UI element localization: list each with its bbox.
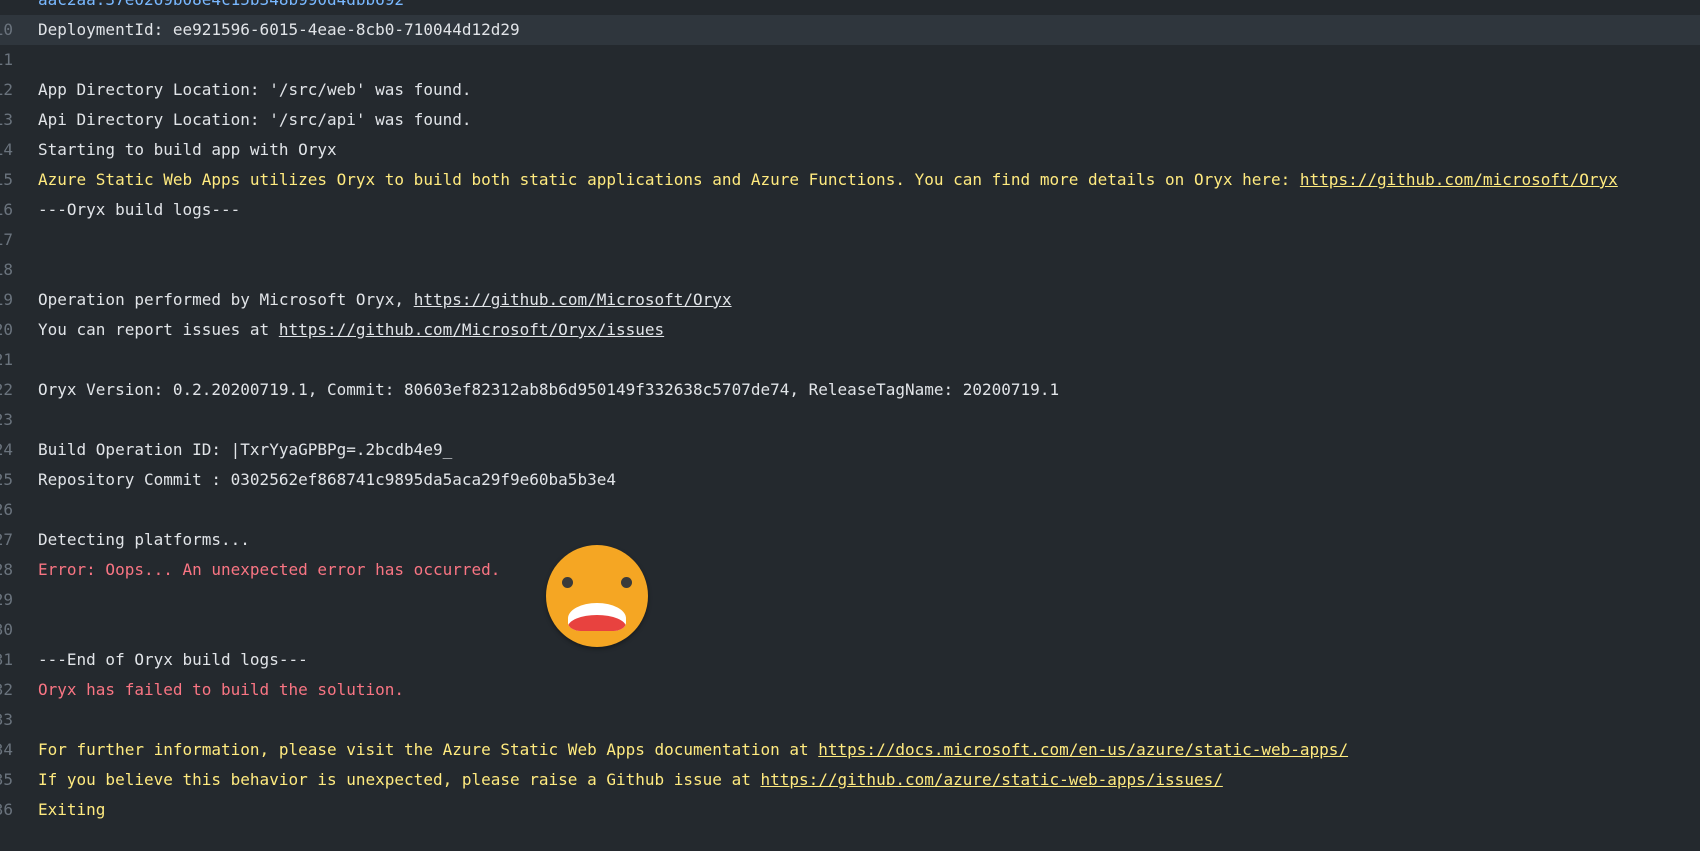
line-message: You can report issues at	[38, 320, 279, 339]
line-number: 15	[0, 170, 13, 189]
line-text: Operation performed by Microsoft Oryx, h…	[38, 285, 732, 315]
build-log-viewer: aac2aa:37e0269b08e4c15b348b990d4dbb692 1…	[0, 0, 1700, 851]
line-number: 27	[0, 530, 13, 549]
line-number: 10	[0, 20, 13, 39]
line-number: 29	[0, 590, 13, 609]
log-line: 25 Repository Commit : 0302562ef868741c9…	[0, 465, 1700, 495]
line-number: 26	[0, 500, 13, 519]
line-message: If you believe this behavior is unexpect…	[38, 770, 761, 789]
line-text-warning: If you believe this behavior is unexpect…	[38, 765, 1223, 795]
line-number: 16	[0, 200, 13, 219]
line-number: 33	[0, 710, 13, 729]
log-line: 21	[0, 345, 1700, 375]
line-text: ---End of Oryx build logs---	[38, 650, 308, 669]
log-line: 30	[0, 615, 1700, 645]
line-number: 11	[0, 50, 13, 69]
log-line: 28 Error: Oops... An unexpected error ha…	[0, 555, 1700, 585]
github-issues-link[interactable]: https://github.com/azure/static-web-apps…	[760, 770, 1222, 789]
log-line: 22 Oryx Version: 0.2.20200719.1, Commit:…	[0, 375, 1700, 405]
line-message: Azure Static Web Apps utilizes Oryx to b…	[38, 170, 1300, 189]
line-text-error: Error: Oops... An unexpected error has o…	[38, 560, 501, 579]
line-text: You can report issues at https://github.…	[38, 315, 664, 345]
log-line: 17	[0, 225, 1700, 255]
line-text: Api Directory Location: '/src/api' was f…	[38, 110, 472, 129]
log-line: 26	[0, 495, 1700, 525]
log-line: 20 You can report issues at https://gith…	[0, 315, 1700, 345]
log-line: 27 Detecting platforms...	[0, 525, 1700, 555]
log-line: 31 ---End of Oryx build logs---	[0, 645, 1700, 675]
line-text: Detecting platforms...	[38, 530, 250, 549]
line-number: 30	[0, 620, 13, 639]
log-line: 32 Oryx has failed to build the solution…	[0, 675, 1700, 705]
log-line: 13 Api Directory Location: '/src/api' wa…	[0, 105, 1700, 135]
line-text-warning: For further information, please visit th…	[38, 735, 1348, 765]
log-line-selected[interactable]: 10 DeploymentId: ee921596-6015-4eae-8cb0…	[0, 15, 1700, 45]
log-line: 11	[0, 45, 1700, 75]
line-number: 17	[0, 230, 13, 249]
emoji-right-eye	[621, 577, 632, 588]
line-number: 18	[0, 260, 13, 279]
oryx-repo-link[interactable]: https://github.com/Microsoft/Oryx	[414, 290, 732, 309]
line-text: DeploymentId: ee921596-6015-4eae-8cb0-71…	[38, 20, 520, 39]
line-number: 31	[0, 650, 13, 669]
oryx-issues-link[interactable]: https://github.com/Microsoft/Oryx/issues	[279, 320, 664, 339]
line-text: Starting to build app with Oryx	[38, 140, 337, 159]
line-number: 24	[0, 440, 13, 459]
screaming-face-emoji-icon	[546, 545, 648, 647]
log-line: 36 Exiting	[0, 795, 1700, 825]
line-message: Operation performed by Microsoft Oryx,	[38, 290, 414, 309]
log-line: 16 ---Oryx build logs---	[0, 195, 1700, 225]
log-line: 18	[0, 255, 1700, 285]
line-text: Build Operation ID: |TxrYyaGPBPg=.2bcdb4…	[38, 440, 453, 459]
log-line: aac2aa:37e0269b08e4c15b348b990d4dbb692	[0, 0, 1700, 15]
line-number: 12	[0, 80, 13, 99]
line-number: 34	[0, 740, 13, 759]
line-text: aac2aa:37e0269b08e4c15b348b990d4dbb692	[38, 0, 404, 15]
line-number: 28	[0, 560, 13, 579]
log-line: 15 Azure Static Web Apps utilizes Oryx t…	[0, 165, 1700, 195]
log-line: 19 Operation performed by Microsoft Oryx…	[0, 285, 1700, 315]
line-text: App Directory Location: '/src/web' was f…	[38, 80, 472, 99]
line-number: 21	[0, 350, 13, 369]
log-line: 23	[0, 405, 1700, 435]
line-number: 20	[0, 320, 13, 339]
line-number: 13	[0, 110, 13, 129]
line-number: 23	[0, 410, 13, 429]
line-number: 25	[0, 470, 13, 489]
line-number: 19	[0, 290, 13, 309]
oryx-link[interactable]: https://github.com/microsoft/Oryx	[1300, 170, 1618, 189]
line-text-error: Oryx has failed to build the solution.	[38, 680, 405, 699]
line-number: 32	[0, 680, 13, 699]
line-number: 36	[0, 800, 13, 819]
line-message: For further information, please visit th…	[38, 740, 819, 759]
log-line: 33	[0, 705, 1700, 735]
docs-link[interactable]: https://docs.microsoft.com/en-us/azure/s…	[818, 740, 1348, 759]
line-text: Repository Commit : 0302562ef868741c9895…	[38, 470, 616, 489]
log-lines: aac2aa:37e0269b08e4c15b348b990d4dbb692 1…	[0, 0, 1700, 825]
emoji-tongue	[568, 615, 626, 631]
log-line: 29	[0, 585, 1700, 615]
line-text: Oryx Version: 0.2.20200719.1, Commit: 80…	[38, 380, 1060, 399]
line-number: 14	[0, 140, 13, 159]
log-line: 12 App Directory Location: '/src/web' wa…	[0, 75, 1700, 105]
emoji-mouth	[568, 603, 626, 631]
line-text-warning: Azure Static Web Apps utilizes Oryx to b…	[38, 165, 1618, 195]
line-text: ---Oryx build logs---	[38, 200, 241, 219]
line-text-warning: Exiting	[38, 800, 106, 819]
emoji-left-eye	[562, 577, 573, 588]
log-line: 34 For further information, please visit…	[0, 735, 1700, 765]
log-line: 24 Build Operation ID: |TxrYyaGPBPg=.2bc…	[0, 435, 1700, 465]
log-line: 35 If you believe this behavior is unexp…	[0, 765, 1700, 795]
log-line: 14 Starting to build app with Oryx	[0, 135, 1700, 165]
line-number: 22	[0, 380, 13, 399]
line-number: 35	[0, 770, 13, 789]
